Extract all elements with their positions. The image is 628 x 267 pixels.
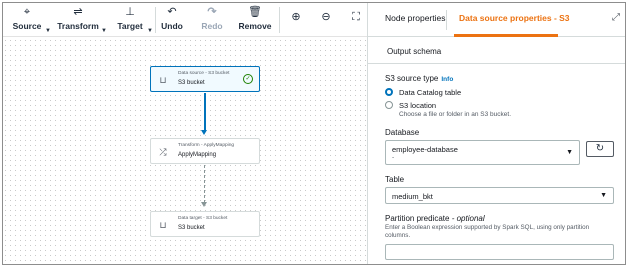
zoom-in-button[interactable]: ⊕ [289, 11, 303, 39]
table-select[interactable]: medium_bkt ▼ [385, 187, 614, 204]
output-schema-label: Output schema [387, 47, 442, 56]
partition-predicate-input[interactable] [385, 244, 614, 260]
toolbar: ⌖ Source ▼ ⇌ Transform ▼ ⊥ Target ▼ ↶ Un… [3, 3, 367, 37]
active-tab-indicator [454, 34, 558, 37]
node-subtitle: Transform - ApplyMapping [178, 143, 235, 148]
node-title: S3 bucket [178, 80, 205, 86]
source-button[interactable]: ⌖ Source ▼ [9, 6, 51, 34]
fit-view-button[interactable]: ⛶ [349, 11, 363, 39]
node-s3-target[interactable]: ⊔ Data target - S3 bucket S3 bucket [150, 211, 260, 237]
database-label: Database [385, 128, 420, 137]
edge-source-to-transform [204, 93, 206, 131]
refresh-button[interactable]: ↻ [586, 141, 614, 157]
zoom-out-button[interactable]: ⊖ [319, 11, 333, 39]
graph-canvas[interactable]: ⊔ Data source - S3 bucket S3 bucket ✓ ⤮ … [3, 38, 367, 264]
node-apply-mapping[interactable]: ⤮ Transform - ApplyMapping ApplyMapping [150, 138, 260, 164]
caret-down-icon: ▼ [566, 149, 573, 156]
caret-down-icon: ▼ [101, 28, 107, 34]
radio-label-s3-location[interactable]: S3 location [399, 101, 436, 110]
remove-label: Remove [238, 21, 272, 31]
partition-label-text: Partition predicate [385, 214, 450, 223]
s3-location-description: Choose a file or folder in an S3 bucket. [399, 111, 512, 118]
arrowhead-icon [201, 130, 207, 135]
radio-s3-location[interactable] [385, 101, 393, 109]
check-icon: ✓ [243, 74, 253, 84]
tab-output-schema[interactable]: Output schema [368, 38, 625, 64]
redo-label: Redo [201, 21, 223, 31]
undo-icon: ↶ [167, 6, 177, 18]
radio-data-catalog-table[interactable] [385, 88, 393, 96]
trash-icon: 🗑 [248, 6, 262, 18]
source-label: Source [12, 21, 42, 31]
partition-description: Enter a Boolean expression supported by … [385, 224, 590, 239]
arrowhead-icon [201, 202, 207, 207]
node-title: S3 bucket [178, 225, 205, 231]
caret-down-icon: ▼ [147, 28, 153, 34]
transform-label: Transform [57, 21, 99, 31]
bucket-icon: ⊔ [159, 220, 167, 230]
panel-tabs: Node properties Data source properties -… [368, 3, 625, 37]
redo-button[interactable]: ↷ Redo [198, 6, 226, 34]
expand-icon[interactable]: ⤢ [612, 12, 620, 23]
edge-transform-to-target [204, 165, 205, 203]
toolbar-divider [155, 7, 156, 33]
table-label: Table [385, 175, 405, 184]
remove-button[interactable]: 🗑 Remove [238, 6, 272, 34]
undo-button[interactable]: ↶ Undo [158, 6, 186, 34]
shuffle-icon: ⤮ [159, 147, 167, 157]
partition-label: Partition predicate - optional [385, 214, 485, 223]
transform-button[interactable]: ⇌ Transform ▼ [55, 6, 107, 34]
radio-label-data-catalog-table[interactable]: Data Catalog table [399, 88, 461, 97]
bucket-icon: ⊔ [159, 75, 167, 85]
refresh-icon: ↻ [595, 143, 605, 154]
tab-data-source-properties[interactable]: Data source properties - S3 [459, 13, 570, 23]
target-button[interactable]: ⊥ Target ▼ [113, 6, 153, 34]
transform-icon: ⇌ [73, 6, 83, 18]
source-icon: ⌖ [23, 6, 31, 18]
optional-tag: - optional [451, 214, 485, 223]
node-subtitle: Data target - S3 bucket [178, 216, 228, 221]
app-frame: ⌖ Source ▼ ⇌ Transform ▼ ⊥ Target ▼ ↶ Un… [2, 2, 626, 265]
zoom-in-icon: ⊕ [291, 11, 301, 23]
caret-down-icon: ▼ [45, 28, 51, 34]
tab-node-properties[interactable]: Node properties [385, 13, 445, 23]
redo-icon: ↷ [207, 6, 217, 18]
fit-view-icon: ⛶ [352, 11, 360, 23]
info-link[interactable]: Info [441, 76, 453, 83]
properties-panel: Node properties Data source properties -… [367, 3, 625, 264]
undo-label: Undo [161, 21, 183, 31]
target-icon: ⊥ [125, 6, 135, 18]
node-s3-source[interactable]: ⊔ Data source - S3 bucket S3 bucket ✓ [150, 66, 260, 92]
toolbar-divider [279, 7, 280, 33]
node-title: ApplyMapping [178, 152, 217, 158]
table-value: medium_bkt [392, 192, 433, 201]
caret-down-icon: ▼ [600, 192, 607, 199]
target-label: Target [117, 21, 143, 31]
node-subtitle: Data source - S3 bucket [178, 71, 230, 76]
database-subvalue: - [392, 154, 395, 161]
database-select[interactable]: employee-database - ▼ [385, 140, 580, 165]
tab-divider [446, 10, 447, 30]
zoom-out-icon: ⊖ [321, 11, 331, 23]
source-type-label: S3 source type Info [385, 74, 453, 83]
source-type-text: S3 source type [385, 74, 439, 83]
database-value: employee-database [392, 145, 458, 154]
